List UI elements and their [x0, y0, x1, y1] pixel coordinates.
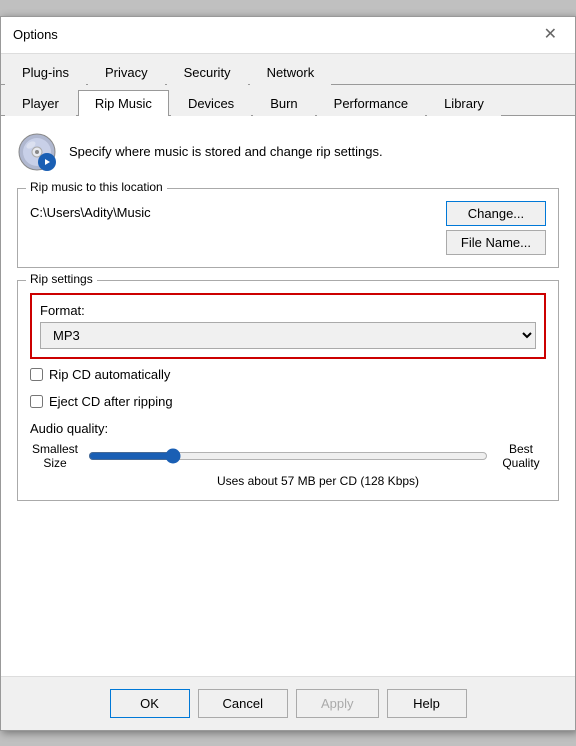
title-bar: Options ✕: [1, 17, 575, 54]
tab-rip-music[interactable]: Rip Music: [78, 90, 169, 116]
rip-settings-group: Rip settings Format: MP3 WAV WMA AAC FLA…: [17, 280, 559, 502]
tab-library[interactable]: Library: [427, 90, 501, 116]
tab-performance[interactable]: Performance: [317, 90, 425, 116]
slider-label-smallest: SmallestSize: [30, 442, 80, 471]
format-box: Format: MP3 WAV WMA AAC FLAC: [30, 293, 546, 359]
options-dialog: Options ✕ Plug-ins Privacy Security Netw…: [0, 16, 576, 731]
ok-button[interactable]: OK: [110, 689, 190, 718]
audio-quality-section: Audio quality: SmallestSize BestQuality …: [30, 421, 546, 489]
tab-security[interactable]: Security: [167, 59, 248, 85]
slider-label-best: BestQuality: [496, 442, 546, 471]
close-button[interactable]: ✕: [538, 25, 563, 45]
tab-plugins[interactable]: Plug-ins: [5, 59, 86, 85]
slider-hint: Uses about 57 MB per CD (128 Kbps): [90, 474, 546, 488]
slider-container: [88, 446, 488, 466]
help-button[interactable]: Help: [387, 689, 467, 718]
rip-cd-auto-row: Rip CD automatically: [30, 367, 546, 382]
cd-icon: [17, 132, 57, 172]
tab-devices[interactable]: Devices: [171, 90, 251, 116]
filename-button[interactable]: File Name...: [446, 230, 546, 255]
rip-settings-group-label: Rip settings: [26, 272, 97, 286]
tabs-bottom-row: Player Rip Music Devices Burn Performanc…: [1, 85, 575, 116]
location-buttons: Change... File Name...: [446, 201, 546, 255]
audio-quality-label: Audio quality:: [30, 421, 546, 436]
rip-cd-auto-label[interactable]: Rip CD automatically: [49, 367, 170, 382]
tabs-top-row: Plug-ins Privacy Security Network: [1, 54, 575, 85]
tab-privacy[interactable]: Privacy: [88, 59, 165, 85]
eject-cd-label[interactable]: Eject CD after ripping: [49, 394, 173, 409]
change-button[interactable]: Change...: [446, 201, 546, 226]
cancel-button[interactable]: Cancel: [198, 689, 288, 718]
location-path: C:\Users\Adity\Music: [30, 201, 434, 224]
tab-player[interactable]: Player: [5, 90, 76, 116]
format-label: Format:: [40, 303, 536, 318]
header-section: Specify where music is stored and change…: [17, 132, 559, 172]
rip-cd-auto-checkbox[interactable]: [30, 368, 43, 381]
slider-row: SmallestSize BestQuality: [30, 442, 546, 471]
eject-cd-checkbox[interactable]: [30, 395, 43, 408]
format-select[interactable]: MP3 WAV WMA AAC FLAC: [40, 322, 536, 349]
eject-cd-row: Eject CD after ripping: [30, 394, 546, 409]
location-group-label: Rip music to this location: [26, 180, 167, 194]
content-area: Specify where music is stored and change…: [1, 116, 575, 676]
quality-slider[interactable]: [88, 448, 488, 464]
location-group: Rip music to this location C:\Users\Adit…: [17, 188, 559, 268]
header-description: Specify where music is stored and change…: [69, 144, 383, 159]
window-title: Options: [13, 27, 58, 42]
tab-network[interactable]: Network: [250, 59, 332, 85]
apply-button[interactable]: Apply: [296, 689, 379, 718]
dialog-buttons: OK Cancel Apply Help: [1, 676, 575, 730]
location-row: C:\Users\Adity\Music Change... File Name…: [30, 201, 546, 255]
tab-burn[interactable]: Burn: [253, 90, 314, 116]
